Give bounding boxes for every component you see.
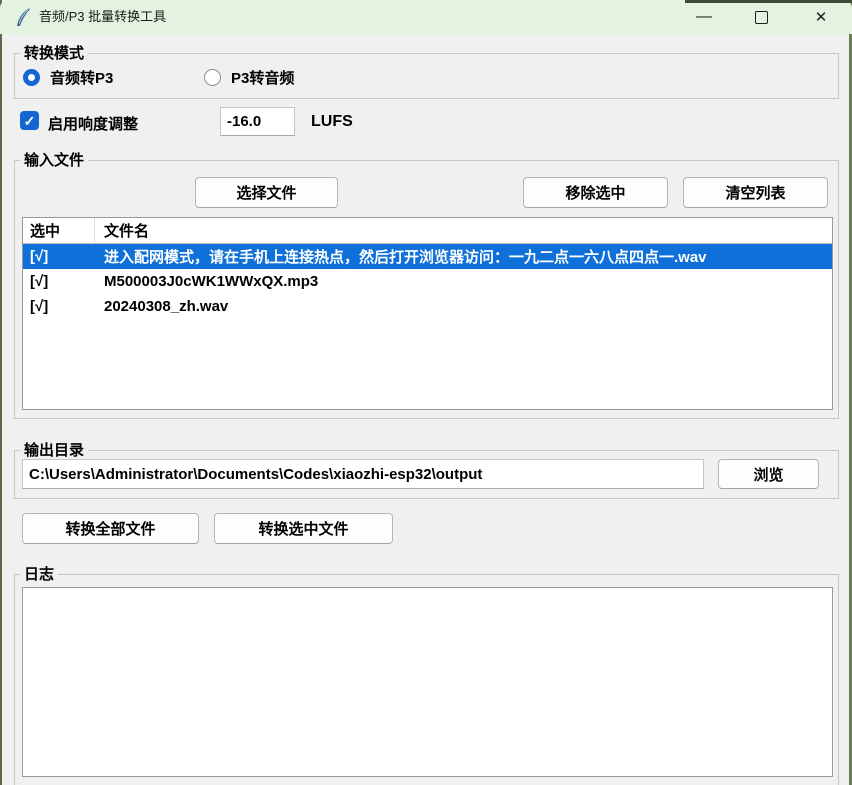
- check-icon: ✓: [24, 114, 36, 128]
- log-group-label: 日志: [20, 565, 58, 584]
- radio-p3-to-audio-label: P3转音频: [231, 67, 294, 88]
- table-row[interactable]: [√] 20240308_zh.wav: [23, 294, 832, 319]
- row-filename-cell: 进入配网模式，请在手机上连接热点，然后打开浏览器访问：一九二点一六八点四点一.w…: [95, 246, 832, 267]
- select-files-button[interactable]: 选择文件: [195, 177, 338, 208]
- radio-audio-to-p3-label: 音频转P3: [50, 67, 113, 88]
- convert-selected-button[interactable]: 转换选中文件: [214, 513, 393, 544]
- loudness-checkbox-label: 启用响度调整: [48, 113, 138, 134]
- radio-p3-to-audio[interactable]: P3转音频: [204, 67, 294, 88]
- remove-selected-button[interactable]: 移除选中: [523, 177, 668, 208]
- tk-feather-icon: [14, 8, 31, 27]
- convert-all-button[interactable]: 转换全部文件: [22, 513, 199, 544]
- window-top-edge: [685, 0, 852, 3]
- app-window: 音频/P3 批量转换工具 — ✕ 转换模式 音频转P3 P3转音频 ✓ 启用响度…: [0, 0, 852, 785]
- output-path-input[interactable]: [22, 459, 704, 489]
- lufs-input[interactable]: [220, 107, 295, 136]
- clear-list-button[interactable]: 清空列表: [683, 177, 828, 208]
- title-bar[interactable]: 音频/P3 批量转换工具 — ✕: [0, 0, 852, 34]
- log-output[interactable]: [22, 587, 833, 777]
- row-checked-cell: [√]: [23, 273, 95, 290]
- minimize-button[interactable]: —: [681, 0, 727, 34]
- lufs-unit-label: LUFS: [311, 113, 353, 131]
- maximize-button[interactable]: [738, 0, 784, 34]
- table-row[interactable]: [√] M500003J0cWK1WWxQX.mp3: [23, 269, 832, 294]
- radio-unselected-icon: [204, 69, 221, 86]
- browse-button[interactable]: 浏览: [718, 459, 819, 489]
- close-button[interactable]: ✕: [798, 0, 844, 34]
- radio-audio-to-p3[interactable]: 音频转P3: [23, 67, 113, 88]
- radio-selected-icon: [23, 69, 40, 86]
- row-checked-cell: [√]: [23, 248, 95, 265]
- file-list-table[interactable]: 选中 文件名 [√] 进入配网模式，请在手机上连接热点，然后打开浏览器访问：一九…: [22, 217, 833, 410]
- input-files-group-label: 输入文件: [20, 151, 88, 170]
- column-header-filename[interactable]: 文件名: [95, 218, 832, 243]
- row-checked-cell: [√]: [23, 298, 95, 315]
- column-header-checked[interactable]: 选中: [23, 218, 95, 243]
- maximize-icon: [755, 11, 768, 24]
- mode-group: 转换模式 音频转P3 P3转音频: [14, 53, 839, 99]
- mode-group-label: 转换模式: [20, 44, 88, 63]
- window-title: 音频/P3 批量转换工具: [39, 0, 166, 34]
- loudness-checkbox[interactable]: ✓: [20, 111, 39, 130]
- window-left-edge: [0, 0, 2, 785]
- close-icon: ✕: [815, 8, 828, 26]
- row-filename-cell: M500003J0cWK1WWxQX.mp3: [95, 273, 832, 290]
- output-dir-group-label: 输出目录: [20, 441, 88, 460]
- table-header: 选中 文件名: [23, 218, 832, 244]
- table-row[interactable]: [√] 进入配网模式，请在手机上连接热点，然后打开浏览器访问：一九二点一六八点四…: [23, 244, 832, 269]
- minimize-icon: —: [696, 8, 712, 26]
- row-filename-cell: 20240308_zh.wav: [95, 298, 832, 315]
